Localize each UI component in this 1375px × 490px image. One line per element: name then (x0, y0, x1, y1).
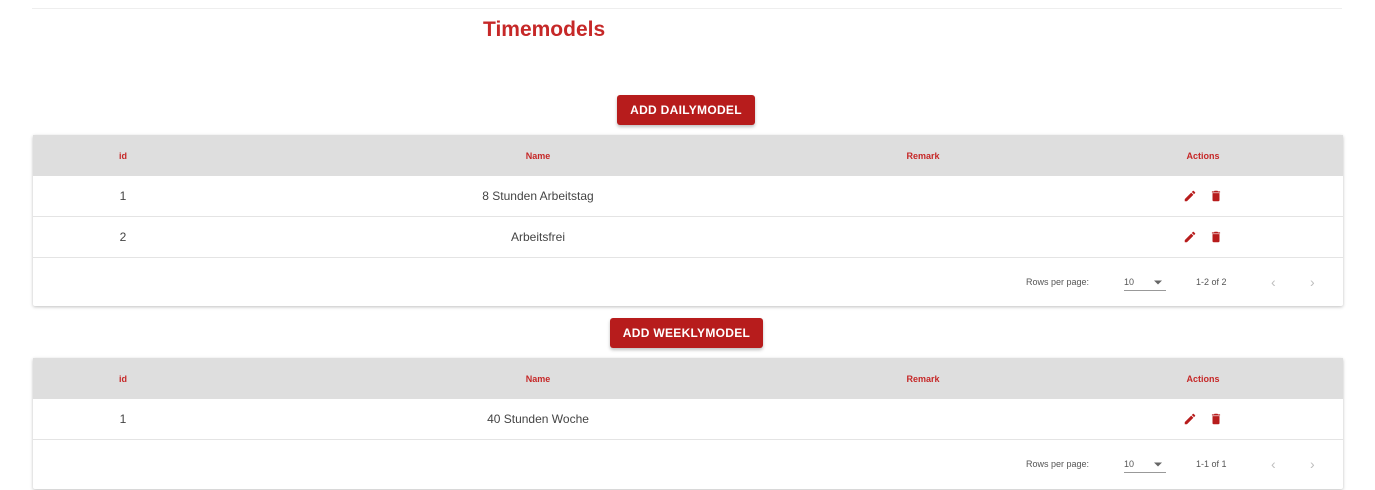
column-header-remark[interactable]: Remark (803, 135, 1043, 176)
chevron-right-icon[interactable]: › (1310, 258, 1315, 306)
row-actions (1133, 176, 1273, 216)
dailymodel-table: id Name Remark Actions 1 8 Stunden Arbei… (33, 135, 1343, 306)
rows-per-page-label: Rows per page: (1026, 277, 1090, 287)
add-weeklymodel-button[interactable]: ADD WEEKLYMODEL (610, 318, 763, 348)
table-row: 1 40 Stunden Woche (33, 399, 1343, 440)
rows-per-page-select[interactable]: 10 (1124, 273, 1166, 291)
table-pagination: Rows per page: 10 1-1 of 1 ‹ › (33, 440, 1343, 488)
table-row: 2 Arbeitsfrei (33, 217, 1343, 258)
row-actions (1133, 217, 1273, 257)
cell-name: 8 Stunden Arbeitstag (482, 189, 594, 203)
pencil-icon[interactable] (1182, 229, 1198, 245)
rows-per-page-select[interactable]: 10 (1124, 455, 1166, 473)
column-header-name[interactable]: Name (383, 358, 693, 399)
rows-per-page-value: 10 (1124, 276, 1135, 287)
cell-name: 40 Stunden Woche (487, 412, 589, 426)
column-header-id[interactable]: id (73, 135, 173, 176)
column-header-id[interactable]: id (73, 358, 173, 399)
column-header-remark[interactable]: Remark (803, 358, 1043, 399)
table-row: 1 8 Stunden Arbeitstag (33, 176, 1343, 217)
cell-id: 2 (119, 230, 127, 244)
trash-icon[interactable] (1208, 229, 1224, 245)
cell-remark (803, 217, 1043, 257)
table-header: id Name Remark Actions (33, 135, 1343, 176)
cell-remark (803, 399, 1043, 439)
trash-icon[interactable] (1208, 188, 1224, 204)
chevron-left-icon[interactable]: ‹ (1271, 440, 1276, 488)
cell-remark (803, 176, 1043, 216)
table-header: id Name Remark Actions (33, 358, 1343, 399)
trash-icon[interactable] (1208, 411, 1224, 427)
pencil-icon[interactable] (1182, 188, 1198, 204)
cell-name: Arbeitsfrei (510, 230, 566, 244)
chevron-right-icon[interactable]: › (1310, 440, 1315, 488)
table-pagination: Rows per page: 10 1-2 of 2 ‹ › (33, 258, 1343, 306)
chevron-left-icon[interactable]: ‹ (1271, 258, 1276, 306)
pagination-range: 1-2 of 2 (1196, 277, 1227, 287)
rows-per-page-value: 10 (1124, 458, 1135, 469)
rows-per-page-label: Rows per page: (1026, 459, 1090, 469)
add-dailymodel-button[interactable]: ADD DAILYMODEL (617, 95, 755, 125)
pagination-range: 1-1 of 1 (1196, 459, 1227, 469)
row-actions (1133, 399, 1273, 439)
top-divider (32, 8, 1342, 9)
cell-id: 1 (119, 189, 127, 203)
caret-down-icon (1154, 277, 1162, 287)
page-title: Timemodels (483, 18, 606, 41)
column-header-actions: Actions (1186, 150, 1220, 161)
column-header-actions: Actions (1186, 373, 1220, 384)
pencil-icon[interactable] (1182, 411, 1198, 427)
column-header-name[interactable]: Name (383, 135, 693, 176)
weeklymodel-table: id Name Remark Actions 1 40 Stunden Woch… (33, 358, 1343, 489)
cell-id: 1 (119, 412, 127, 426)
caret-down-icon (1154, 459, 1162, 469)
